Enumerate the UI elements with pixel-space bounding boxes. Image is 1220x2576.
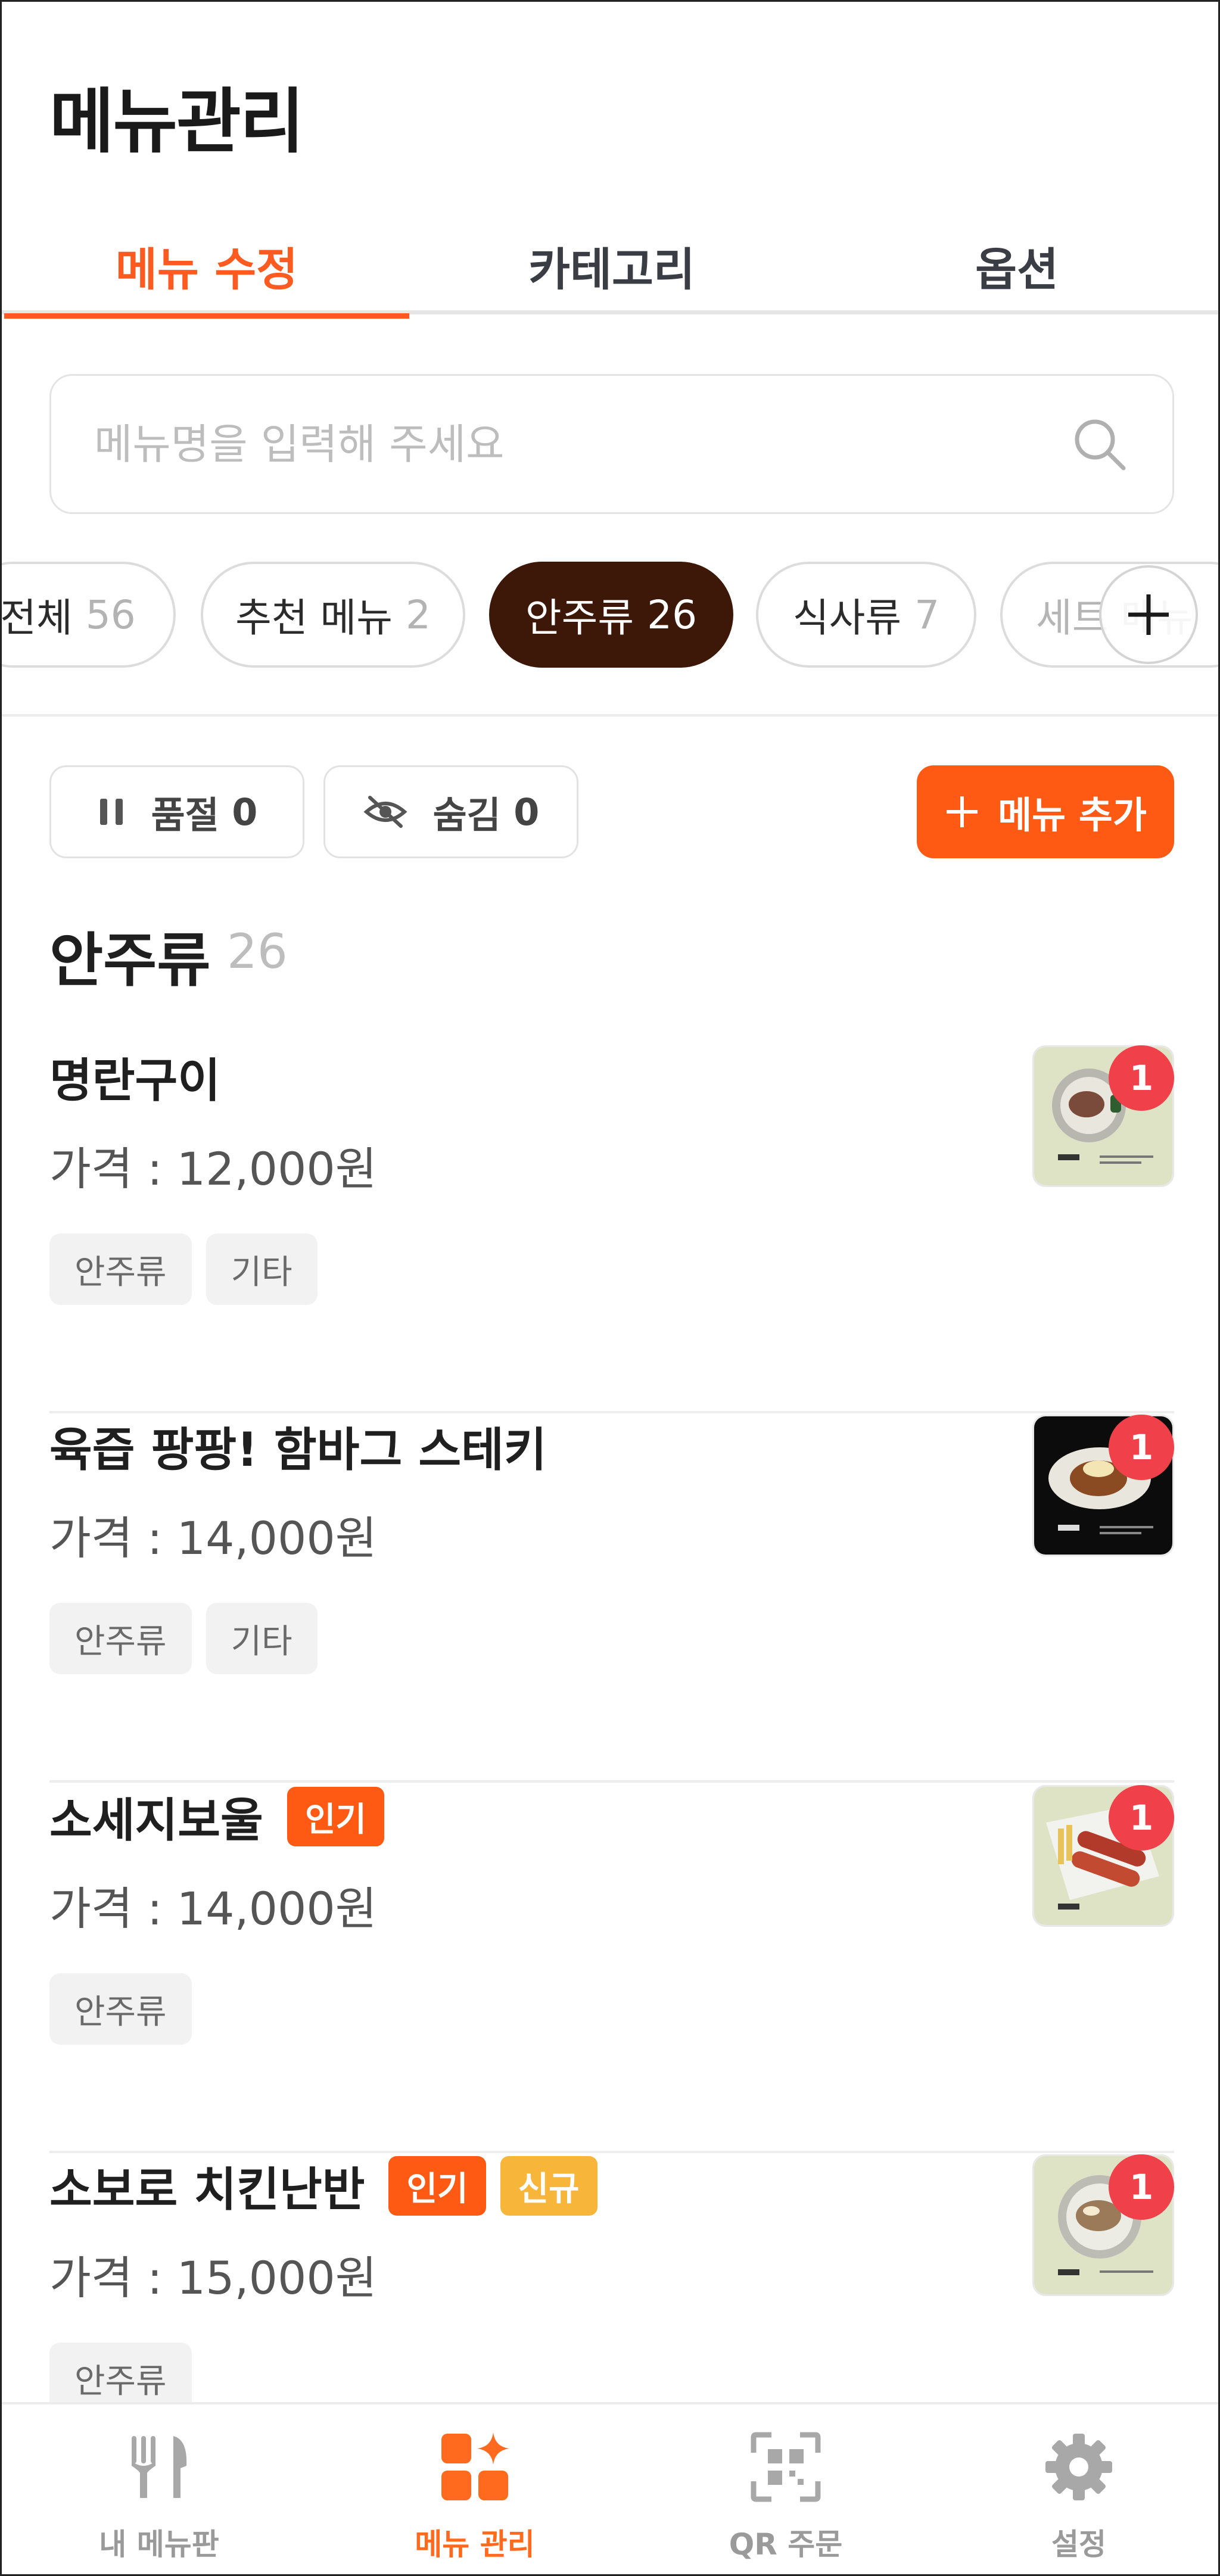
menu-price: 가격 : 14,000원 [49, 1512, 377, 1565]
menu-item[interactable]: 소세지보울 인기 가격 : 14,000원 안주류 1 [49, 1784, 1174, 2153]
hidden-count: 0 [513, 790, 540, 834]
menu-price: 가격 : 15,000원 [49, 2251, 377, 2304]
menu-name: 소보로 치킨난반 [49, 2163, 365, 2217]
tab-menu-edit[interactable]: 메뉴 수정 [4, 216, 409, 319]
nav-label: 메뉴 관리 [415, 2527, 535, 2562]
bottom-nav: 내 메뉴판 메뉴 관리 QR 주문 설정 [2, 2402, 1218, 2574]
menu-name: 소세지보울 [49, 1794, 263, 1848]
menu-name-row: 육즙 팡팡! 함바그 스테키 [49, 1413, 547, 1479]
add-menu-button[interactable]: 메뉴 추가 [917, 765, 1174, 858]
menu-name-row: 명란구이 [49, 1044, 220, 1110]
menu-tag: 안주류 [49, 1973, 192, 2045]
search-input[interactable] [94, 419, 1070, 469]
hidden-filter-button[interactable]: 숨김 0 [323, 765, 578, 858]
plus-icon [1128, 594, 1169, 635]
menu-item[interactable]: 육즙 팡팡! 함바그 스테키 가격 : 14,000원 안주류 기타 1 [49, 1413, 1174, 1783]
section-count: 26 [227, 924, 288, 979]
nav-label: 설정 [1051, 2527, 1106, 2562]
menu-tags: 안주류 기타 [49, 1234, 332, 1305]
nav-item-qr-order[interactable]: QR 주문 [633, 2404, 938, 2574]
category-chip-recommended[interactable]: 추천 메뉴 2 [201, 562, 465, 668]
chip-count: 26 [647, 591, 698, 638]
menu-name-row: 소세지보울 인기 [49, 1784, 384, 1849]
thumb-count-badge: 1 [1109, 2154, 1174, 2220]
page-title: 메뉴관리 [49, 80, 304, 163]
menu-tag: 기타 [206, 1234, 318, 1305]
popular-badge: 인기 [388, 2156, 486, 2216]
category-chip-snacks[interactable]: 안주류 26 [489, 562, 733, 668]
menu-name: 명란구이 [49, 1054, 221, 1108]
nav-label: 내 메뉴판 [99, 2527, 219, 2562]
item-divider [49, 1780, 1174, 1783]
category-chip-all[interactable]: 전체 56 [2, 562, 176, 668]
menu-price: 가격 : 12,000원 [49, 1142, 377, 1195]
soldout-count: 0 [232, 790, 258, 834]
gear-icon [1045, 2434, 1112, 2500]
nav-item-settings[interactable]: 설정 [926, 2404, 1218, 2574]
hidden-label: 숨김 [432, 793, 501, 837]
add-menu-label: 메뉴 추가 [998, 793, 1147, 837]
chip-count: 56 [85, 591, 136, 638]
plus-icon [947, 796, 978, 827]
menu-price: 가격 : 14,000원 [49, 1882, 377, 1935]
eye-off-icon [363, 796, 407, 828]
menu-tag: 안주류 [49, 1603, 192, 1674]
section-divider [2, 714, 1218, 717]
menu-tag: 기타 [206, 1603, 318, 1674]
popular-badge: 인기 [287, 1787, 384, 1846]
chip-label: 식사류 [792, 595, 902, 641]
category-chips: 전체56 추천 메뉴2 안주류26 식사류7 세트 메뉴 [2, 562, 1218, 669]
thumb-count-badge: 1 [1109, 1415, 1174, 1480]
nav-label: QR 주문 [729, 2527, 843, 2562]
section-title: 안주류 [49, 927, 211, 995]
tab-option[interactable]: 옵션 [814, 216, 1218, 314]
tab-category[interactable]: 카테고리 [409, 216, 814, 314]
pause-icon [99, 799, 123, 825]
soldout-filter-button[interactable]: 품절 0 [49, 765, 304, 858]
menu-grid-icon [441, 2432, 509, 2500]
qr-scan-icon [751, 2432, 821, 2502]
menu-name: 육즙 팡팡! 함바그 스테키 [49, 1424, 547, 1477]
add-category-button[interactable] [1099, 565, 1198, 664]
soldout-label: 품절 [151, 793, 219, 837]
nav-item-my-menu[interactable]: 내 메뉴판 [7, 2404, 312, 2574]
search-bar [49, 374, 1174, 514]
app-frame: 메뉴관리 메뉴 수정 카테고리 옵션 전체 56 추천 메뉴 2 안주류 26 식사류… [0, 0, 1220, 2576]
search-icon[interactable] [1070, 415, 1129, 474]
chip-label: 추천 메뉴 [235, 595, 393, 641]
thumb-count-badge: 1 [1109, 1785, 1174, 1851]
menu-tags: 안주류 기타 [49, 1603, 332, 1674]
chip-label: 전체 [2, 595, 73, 641]
tab-bar: 메뉴 수정 카테고리 옵션 [2, 216, 1218, 319]
chip-label: 안주류 [525, 595, 634, 641]
chip-count: 2 [405, 591, 431, 638]
menu-tag: 안주류 [49, 1234, 192, 1305]
menu-name-row: 소보로 치킨난반 인기 신규 [49, 2153, 597, 2219]
category-chip-meals[interactable]: 식사류 7 [756, 562, 976, 668]
fork-knife-icon [132, 2436, 187, 2498]
menu-tags: 안주류 [49, 1973, 206, 2045]
menu-item[interactable]: 명란구이 가격 : 12,000원 안주류 기타 1 [49, 1044, 1174, 1413]
thumb-count-badge: 1 [1109, 1045, 1174, 1111]
chip-count: 7 [914, 591, 940, 638]
new-badge: 신규 [500, 2156, 597, 2216]
nav-item-menu-manage[interactable]: 메뉴 관리 [322, 2404, 627, 2574]
